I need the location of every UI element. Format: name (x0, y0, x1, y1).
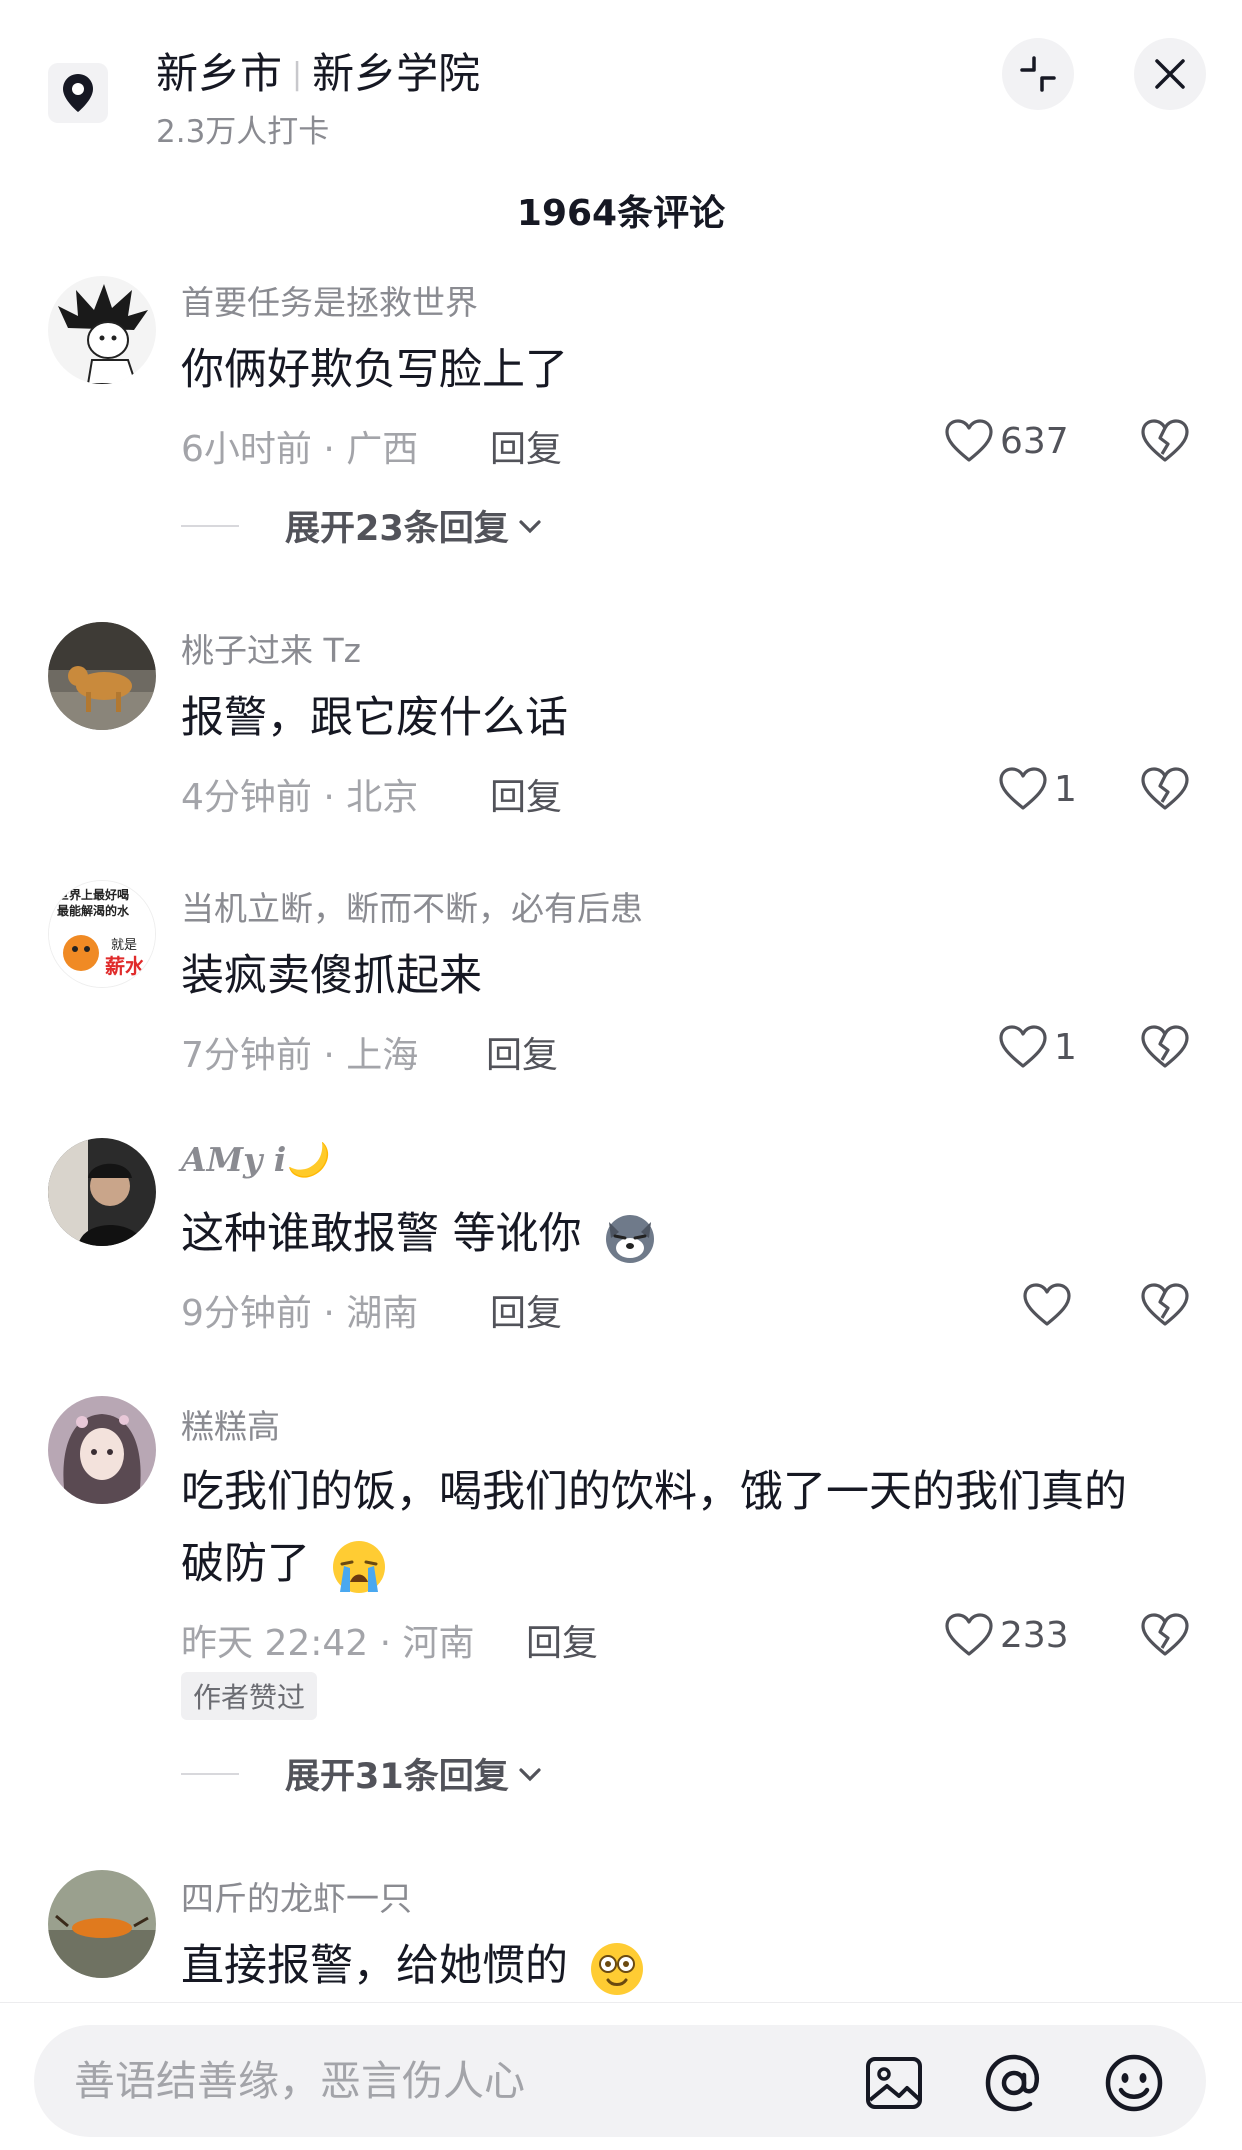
comment-meta: 6小时前 · 广西 (181, 429, 419, 470)
dislike-button[interactable] (1140, 1612, 1190, 1662)
avatar-slogan-line: 薪水 (105, 954, 146, 978)
chevron-down-icon (519, 1767, 541, 1781)
collapse-button[interactable] (1002, 38, 1074, 110)
title-separator: | (292, 57, 303, 92)
emoji-button[interactable] (1104, 2053, 1164, 2113)
crying-emoji-icon (332, 1540, 385, 1593)
divider-line (181, 1772, 239, 1775)
comment-input[interactable] (74, 2025, 834, 2137)
broken-heart-icon (1141, 1613, 1189, 1656)
checkin-count: 2.3万人打卡 (156, 114, 330, 150)
at-icon (985, 2054, 1040, 2112)
comment-username[interactable]: 首要任务是拯救世界 (181, 276, 478, 324)
avatar[interactable] (48, 1396, 156, 1504)
location-pin-button[interactable] (48, 63, 108, 123)
broken-heart-icon (1141, 1283, 1189, 1326)
location-header: 新乡市 | 新乡学院 2.3万人打卡 (0, 0, 1242, 160)
dazed-emoji-icon (590, 1942, 643, 1995)
close-icon (1155, 59, 1185, 89)
heart-icon (1023, 1283, 1071, 1326)
wolf-emoji-icon (606, 1214, 655, 1263)
comment-username[interactable]: 糕糕高 (181, 1400, 280, 1448)
city-name: 新乡市 (156, 49, 283, 98)
avatar-slogan-line: 最能解渴的水 (57, 903, 130, 918)
comment-text: 直接报警，给她惯的 (181, 1930, 646, 2002)
location-pin-icon (63, 74, 93, 112)
avatar-slogan-line: 世界上最好喝 (57, 887, 129, 902)
comment-text: 报警，跟它废什么话 (181, 693, 568, 743)
reply-button[interactable]: 回复 (490, 420, 562, 472)
comment-text-body: 破防了 (181, 1539, 310, 1589)
comment-username[interactable]: 桃子过来 Tz (181, 624, 361, 672)
avatar[interactable]: 世界上最好喝 最能解渴的水 就是 薪水 (48, 880, 156, 988)
like-count: 1 (1054, 1026, 1077, 1068)
expand-replies-button[interactable]: 展开23条回复 (181, 500, 543, 551)
reply-button[interactable]: 回复 (490, 768, 562, 820)
avatar[interactable] (48, 1870, 156, 1978)
heart-icon (999, 767, 1047, 810)
avatar[interactable] (48, 1138, 156, 1246)
like-button[interactable]: 637 (944, 418, 1069, 464)
image-button[interactable] (864, 2053, 924, 2113)
comment-username[interactable]: AMy i🌙 (181, 1140, 327, 1180)
expand-label: 展开23条回复 (285, 509, 509, 549)
comment-meta: 9分钟前 · 湖南 (181, 1293, 419, 1334)
divider-line (181, 524, 239, 527)
collapse-icon (1020, 56, 1056, 92)
close-button[interactable] (1134, 38, 1206, 110)
like-count: 233 (1000, 1614, 1069, 1656)
username-text: AMy i (181, 1140, 287, 1179)
expand-label: 展开31条回复 (285, 1757, 509, 1797)
reply-button[interactable]: 回复 (486, 1026, 558, 1078)
moon-emoji: 🌙 (286, 1140, 328, 1179)
like-button[interactable]: 1 (998, 766, 1077, 812)
comment-text: 你俩好欺负写脸上了 (181, 345, 568, 395)
like-button[interactable] (1022, 1282, 1078, 1328)
comment-text: 这种谁敢报警 等讹你 (181, 1198, 659, 1270)
comment-input-container[interactable] (34, 2025, 1206, 2137)
comment-text: 装疯卖傻抓起来 (181, 951, 482, 1001)
image-icon (866, 2057, 922, 2109)
mention-button[interactable] (984, 2053, 1044, 2113)
broken-heart-icon (1141, 767, 1189, 810)
heart-icon (999, 1025, 1047, 1068)
comment-text-body: 直接报警，给她惯的 (181, 1941, 568, 1991)
comment-meta: 7分钟前 · 上海 (181, 1035, 419, 1076)
expand-replies-button[interactable]: 展开31条回复 (181, 1748, 543, 1799)
like-count: 637 (1000, 420, 1069, 462)
heart-icon (945, 419, 993, 462)
broken-heart-icon (1141, 1025, 1189, 1068)
dislike-button[interactable] (1140, 1282, 1190, 1332)
comment-text-line: 破防了 (181, 1528, 388, 1600)
comment-text-body: 这种谁敢报警 等讹你 (181, 1209, 582, 1259)
like-count: 1 (1054, 768, 1077, 810)
comment-meta: 昨天 22:42 · 河南 (181, 1623, 475, 1664)
comment-input-bar (0, 2002, 1242, 2150)
like-button[interactable]: 1 (998, 1024, 1077, 1070)
reply-button[interactable]: 回复 (490, 1284, 562, 1336)
comments-count: 1964条评论 (516, 193, 726, 234)
place-name: 新乡学院 (312, 49, 481, 98)
dislike-button[interactable] (1140, 766, 1190, 816)
location-title[interactable]: 新乡市 | 新乡学院 (156, 40, 480, 101)
avatar[interactable] (48, 622, 156, 730)
broken-heart-icon (1141, 419, 1189, 462)
comment-text-line: 吃我们的饭，喝我们的饮料，饿了一天的我们真的 (181, 1467, 1127, 1517)
chevron-down-icon (519, 519, 541, 533)
emoji-icon (1105, 2054, 1163, 2112)
heart-icon (945, 1613, 993, 1656)
author-liked-badge: 作者赞过 (181, 1672, 318, 1720)
dislike-button[interactable] (1140, 1024, 1190, 1074)
avatar[interactable] (48, 276, 156, 384)
comment-username[interactable]: 四斤的龙虾一只 (181, 1872, 412, 1920)
avatar-slogan-line: 就是 (111, 938, 137, 953)
dislike-button[interactable] (1140, 418, 1190, 468)
like-button[interactable]: 233 (944, 1612, 1069, 1658)
comment-username[interactable]: 当机立断，断而不断，必有后患 (181, 882, 643, 930)
comment-meta: 4分钟前 · 北京 (181, 777, 419, 818)
reply-button[interactable]: 回复 (526, 1614, 598, 1666)
